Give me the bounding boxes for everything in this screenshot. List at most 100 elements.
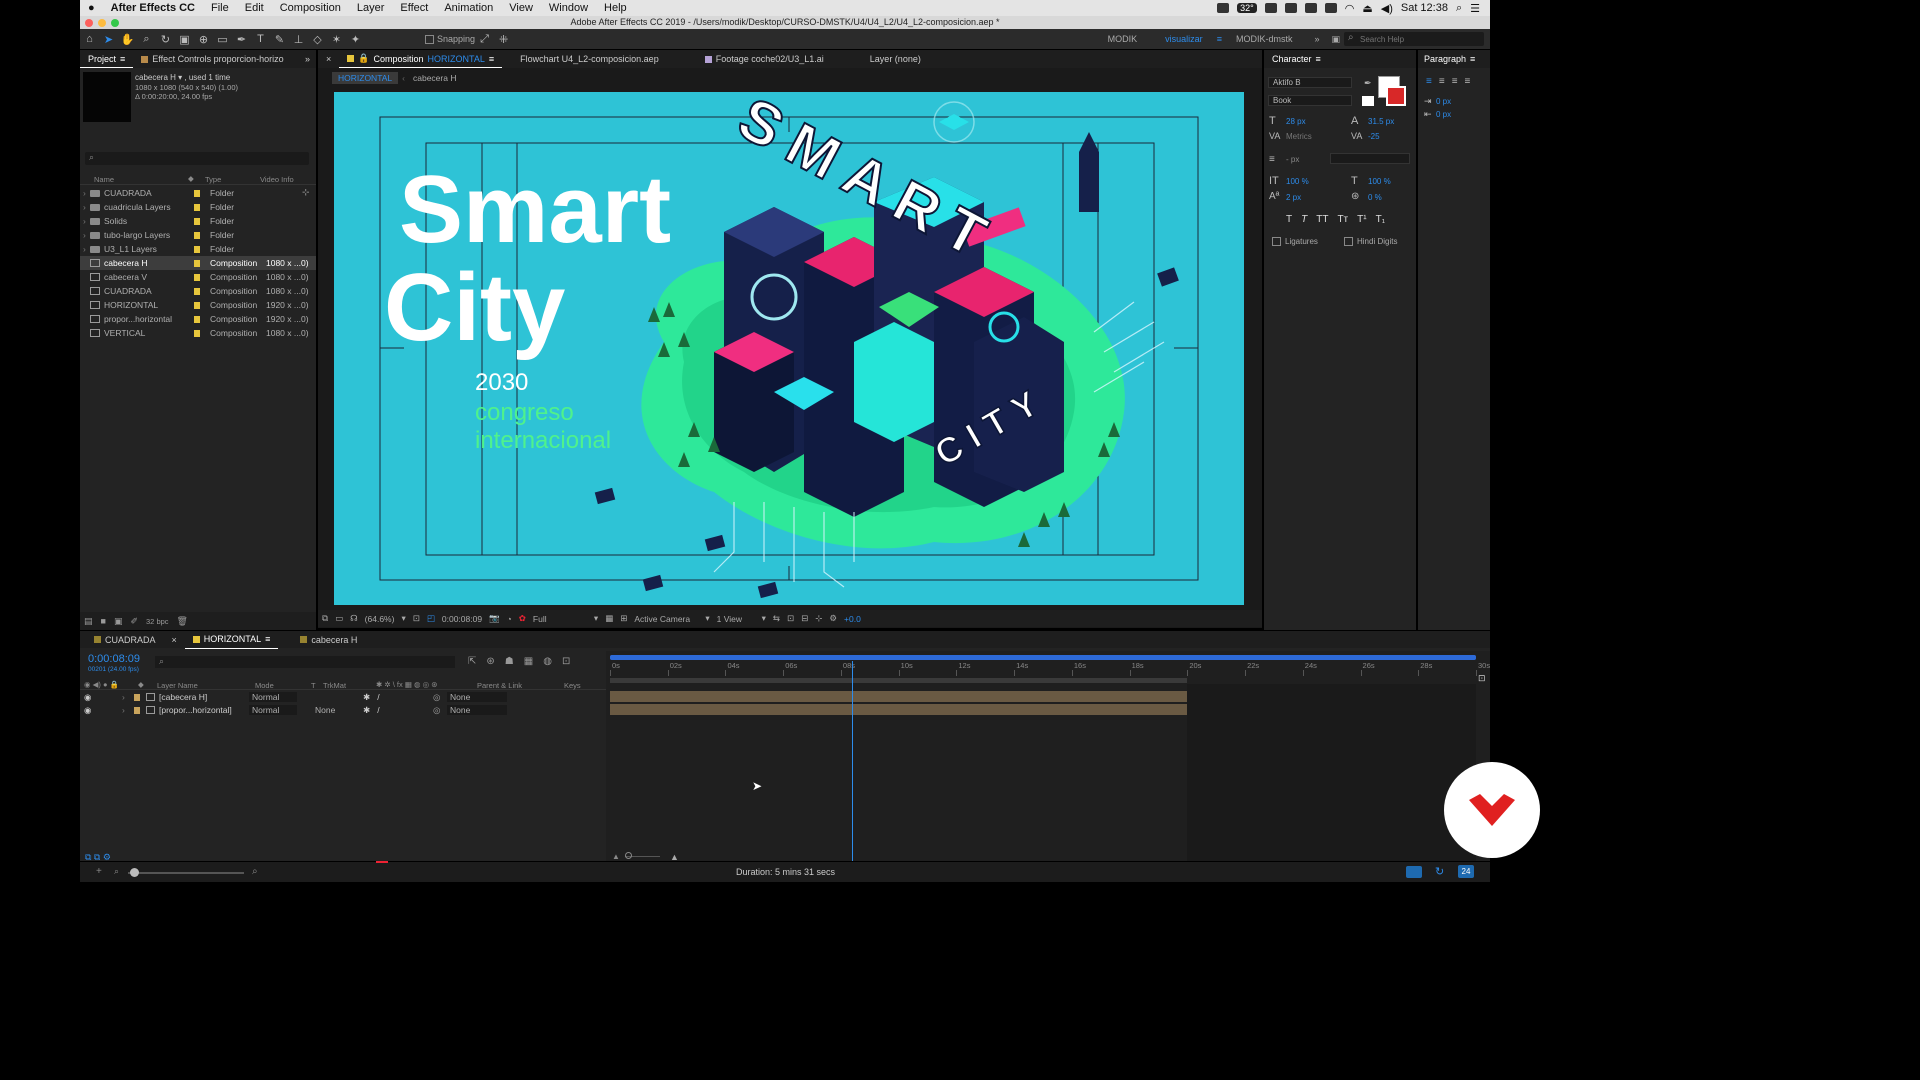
- eyedropper-icon[interactable]: ✒: [1364, 78, 1372, 89]
- label-color-swatch[interactable]: [194, 203, 200, 211]
- timeline-timecode[interactable]: 0:00:08:09: [88, 653, 140, 665]
- pixel-aspect-icon[interactable]: ⊟: [801, 613, 808, 624]
- project-item[interactable]: cabecera V Composition 1080 x ...0): [80, 270, 316, 284]
- layer-row[interactable]: ◉ › [propor...horizontal] Normal None ✱ / ◎ Non…: [80, 704, 606, 716]
- current-timecode[interactable]: 0:00:08:09: [442, 614, 482, 624]
- exposure-icon[interactable]: ⚙: [829, 613, 837, 624]
- pan-behind-tool-icon[interactable]: ⊕: [197, 32, 211, 46]
- time-navigator-range[interactable]: [610, 655, 1476, 660]
- label-color-swatch[interactable]: [194, 217, 200, 225]
- pick-whip-icon[interactable]: ◎: [433, 705, 447, 716]
- label-color-swatch[interactable]: [194, 245, 200, 253]
- font-family-select[interactable]: Aktifo B: [1268, 77, 1352, 88]
- type-tool-icon[interactable]: T: [254, 32, 268, 46]
- cloud-icon[interactable]: [1304, 3, 1317, 13]
- rotate-tool-icon[interactable]: ↻: [159, 32, 173, 46]
- panel-menu-icon[interactable]: ≡: [1316, 54, 1321, 64]
- comp-marker-icon[interactable]: ⊡: [1478, 673, 1486, 684]
- help-search[interactable]: ⌕: [1344, 32, 1484, 46]
- av-features-icon[interactable]: ◉ ◀) ● 🔒: [84, 680, 119, 689]
- camera-tool-icon[interactable]: ▣: [178, 32, 192, 46]
- close-tab-icon[interactable]: ×: [318, 50, 339, 68]
- shy-layers-icon[interactable]: ☗: [505, 656, 514, 667]
- col-type[interactable]: Type: [205, 175, 221, 184]
- camera-select[interactable]: Active Camera: [634, 614, 698, 624]
- label-color-swatch[interactable]: [134, 693, 140, 701]
- view-layout-select[interactable]: 1 View: [717, 614, 755, 624]
- label-color-swatch[interactable]: [194, 273, 200, 281]
- tab-flowchart[interactable]: Flowchart U4_L2-composicion.aep: [512, 50, 667, 68]
- time-ruler[interactable]: 0s 02s 04s 06s 08s 10s 12s 14s 16s 18s 20s 22s 24s 26…: [610, 661, 1490, 677]
- delete-icon[interactable]: 🗑: [177, 616, 188, 627]
- hand-tool-icon[interactable]: ✋: [121, 32, 135, 46]
- layer-parent-select[interactable]: None: [447, 705, 507, 715]
- vertical-scale-value[interactable]: 100 %: [1286, 177, 1309, 186]
- notification-icon[interactable]: ☰: [1470, 2, 1480, 15]
- fit-icon[interactable]: ⊡: [413, 613, 420, 624]
- eject-icon[interactable]: ⏏: [1362, 2, 1372, 15]
- faux-italic-button[interactable]: T: [1301, 214, 1307, 225]
- rectangle-tool-icon[interactable]: ▭: [216, 32, 230, 46]
- tracking-value[interactable]: -25: [1368, 132, 1380, 141]
- clock[interactable]: Sat 12:38: [1401, 2, 1448, 14]
- col-video-info[interactable]: Video Info: [260, 175, 294, 184]
- tab-cabecera-h[interactable]: cabecera H: [292, 631, 365, 649]
- disclosure-triangle-icon[interactable]: ›: [80, 202, 90, 212]
- layer-switches-icon[interactable]: ✱ /: [363, 705, 433, 716]
- grid-icon[interactable]: ⊞: [620, 613, 627, 624]
- baseline-shift-value[interactable]: 2 px: [1286, 193, 1301, 202]
- timeline-zoom-handle[interactable]: [625, 852, 632, 859]
- project-item[interactable]: VERTICAL Composition 1080 x ...0): [80, 326, 316, 340]
- menu-layer[interactable]: Layer: [349, 0, 393, 16]
- menu-help[interactable]: Help: [596, 0, 635, 16]
- indent-left-value[interactable]: 0 px: [1436, 97, 1451, 106]
- col-trkmat[interactable]: TrkMat: [323, 681, 346, 690]
- search-help-input[interactable]: [1360, 33, 1478, 45]
- stroke-type-select[interactable]: [1330, 153, 1410, 164]
- monitor-icon[interactable]: ▭: [335, 613, 343, 624]
- comp-flowchart-icon[interactable]: ⇱: [468, 656, 476, 667]
- channel-icon[interactable]: ✿: [519, 613, 526, 624]
- volume-icon[interactable]: ◀): [1381, 2, 1393, 15]
- project-item[interactable]: › Solids Folder: [80, 214, 316, 228]
- temperature-badge[interactable]: 32°: [1237, 3, 1257, 13]
- selection-tool-icon[interactable]: ➤: [102, 32, 116, 46]
- label-color-swatch[interactable]: [194, 259, 200, 267]
- align-center-icon[interactable]: ≡: [1439, 76, 1445, 87]
- spotlight-icon[interactable]: ⌕: [1456, 2, 1462, 15]
- zoom-in-icon[interactable]: ▲: [670, 852, 679, 862]
- apple-icon[interactable]: ●: [80, 0, 103, 16]
- label-color-swatch[interactable]: [134, 706, 140, 714]
- chevron-down-icon[interactable]: ▾: [762, 613, 766, 624]
- tab-project[interactable]: Project ≡: [80, 50, 134, 68]
- show-snapshot-icon[interactable]: ◔: [507, 614, 512, 624]
- pen-tool-icon[interactable]: ✒: [235, 32, 249, 46]
- menu-animation[interactable]: Animation: [436, 0, 501, 16]
- disclosure-triangle-icon[interactable]: ›: [122, 692, 134, 702]
- snapping-checkbox[interactable]: [425, 34, 434, 44]
- tab-character[interactable]: Character ≡: [1264, 50, 1329, 68]
- layer-switches-icon[interactable]: ✱ ✲ \ fx ▦ ◍ ◎ ⊛: [376, 680, 438, 689]
- layer-duration-bar[interactable]: [610, 691, 1188, 702]
- graph-editor-icon[interactable]: ⊡: [562, 656, 570, 667]
- workspace-visualizar[interactable]: visualizar: [1151, 34, 1217, 44]
- layer-parent-select[interactable]: None: [447, 692, 507, 702]
- col-mode[interactable]: Mode: [255, 681, 274, 690]
- tab-layer[interactable]: Layer (none): [862, 50, 929, 68]
- panel-menu-icon[interactable]: ≡: [120, 54, 125, 64]
- col-layer-name[interactable]: Layer Name: [157, 681, 198, 690]
- interpret-footage-icon[interactable]: ▤: [84, 616, 93, 627]
- new-composition-icon[interactable]: ▣: [114, 616, 123, 627]
- small-caps-button[interactable]: Tт: [1337, 214, 1348, 225]
- zoom-window-button[interactable]: [111, 19, 119, 27]
- eraser-tool-icon[interactable]: ◇: [311, 32, 325, 46]
- font-size-value[interactable]: 28 px: [1286, 117, 1306, 126]
- tab-effect-controls[interactable]: Effect Controls proporcion-horizo: [133, 50, 291, 68]
- col-parent[interactable]: Parent & Link: [477, 681, 522, 690]
- menu-view[interactable]: View: [501, 0, 541, 16]
- layer-trkmat-select[interactable]: None: [311, 705, 363, 715]
- label-color-swatch[interactable]: [194, 287, 200, 295]
- kerning-value[interactable]: Metrics: [1286, 132, 1312, 141]
- new-folder-icon[interactable]: ■: [101, 616, 106, 626]
- zoom-tool-icon[interactable]: ⌕: [140, 32, 154, 46]
